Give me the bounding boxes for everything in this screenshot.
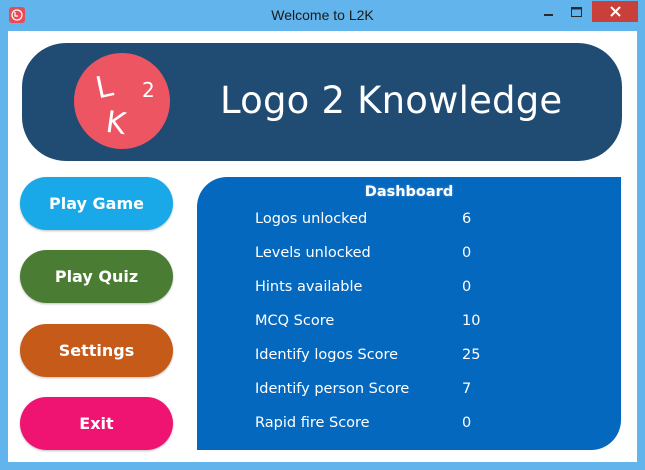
stat-row: Hints available 0 xyxy=(197,279,621,301)
minimize-button[interactable] xyxy=(536,1,562,22)
stat-row: Levels unlocked 0 xyxy=(197,245,621,267)
l2k-logo: L K 2 xyxy=(74,53,170,149)
stat-label: MCQ Score xyxy=(255,313,335,329)
svg-text:K: K xyxy=(104,105,130,143)
maximize-button[interactable] xyxy=(563,1,589,22)
header-banner: L K 2 Logo 2 Knowledge xyxy=(22,43,622,161)
stat-row: Identify logos Score 25 xyxy=(197,347,621,369)
dashboard-panel: Dashboard Logos unlocked 6 Levels unlock… xyxy=(197,177,621,450)
stat-label: Identify logos Score xyxy=(255,347,399,363)
svg-text:L: L xyxy=(93,69,117,107)
svg-text:2: 2 xyxy=(142,78,155,102)
stat-row: Rapid fire Score 0 xyxy=(197,415,621,437)
stat-label: Rapid fire Score xyxy=(255,415,370,431)
stat-value: 7 xyxy=(462,381,472,397)
client-area: L K 2 Logo 2 Knowledge Play Game Play Qu… xyxy=(8,31,637,462)
minimize-icon xyxy=(544,13,553,16)
dashboard-title: Dashboard xyxy=(364,184,454,200)
app-title: Logo 2 Knowledge xyxy=(220,79,563,122)
stat-label: Identify person Score xyxy=(255,381,410,397)
stat-value: 6 xyxy=(462,211,472,227)
stat-value: 0 xyxy=(462,245,472,261)
stat-row: MCQ Score 10 xyxy=(197,313,621,335)
stat-value: 0 xyxy=(462,279,472,295)
play-quiz-button[interactable]: Play Quiz xyxy=(20,250,173,303)
close-icon xyxy=(609,6,621,17)
stat-row: Logos unlocked 6 xyxy=(197,211,621,233)
exit-button[interactable]: Exit xyxy=(20,397,173,450)
stat-value: 0 xyxy=(462,415,472,431)
stat-value: 10 xyxy=(462,313,481,329)
stat-label: Logos unlocked xyxy=(255,211,368,227)
stat-row: Identify person Score 7 xyxy=(197,381,621,403)
title-bar[interactable]: Welcome to L2K xyxy=(0,0,645,31)
stat-label: Levels unlocked xyxy=(255,245,371,261)
maximize-icon xyxy=(570,6,582,17)
close-button[interactable] xyxy=(592,1,638,22)
settings-button[interactable]: Settings xyxy=(20,324,173,377)
play-game-button[interactable]: Play Game xyxy=(20,177,173,230)
stat-value: 25 xyxy=(462,347,481,363)
stat-label: Hints available xyxy=(255,279,363,295)
app-window: Welcome to L2K L K 2 Logo 2 Knowledge Pl… xyxy=(0,0,645,470)
